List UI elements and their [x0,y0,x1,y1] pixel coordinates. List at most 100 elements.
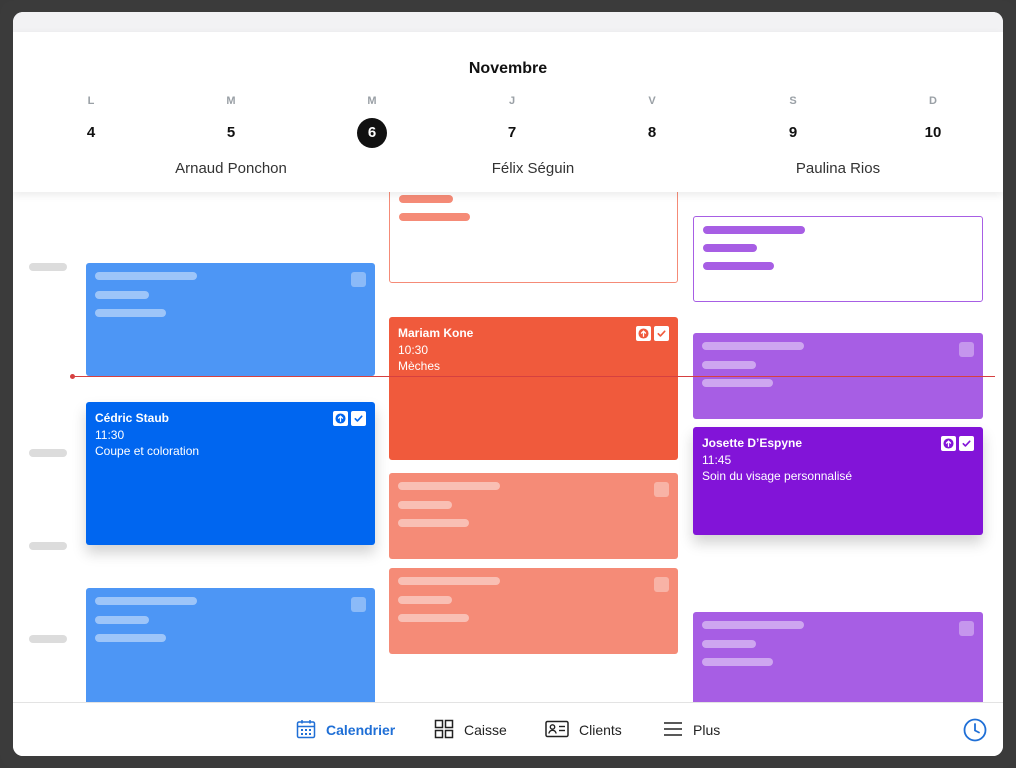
staff-column-header[interactable]: Paulina Rios [688,160,988,177]
clock-icon[interactable] [963,718,987,742]
text-placeholder [398,519,469,527]
text-placeholder [398,577,500,585]
day-letter: M [367,95,377,107]
checkbox-placeholder [959,342,974,357]
text-placeholder [702,640,756,648]
text-placeholder [398,614,469,622]
day-number: 7 [507,124,517,141]
staff-column-header[interactable]: Arnaud Ponchon [81,160,381,177]
text-placeholder [398,482,500,490]
text-placeholder [702,658,773,666]
client-name: Josette D’Espyne [702,436,803,450]
tab-label: Plus [693,722,721,738]
arrow-up-icon[interactable] [636,326,651,341]
checkbox-placeholder [654,577,669,592]
checkbox-placeholder [654,482,669,497]
text-placeholder [703,226,805,234]
text-placeholder [398,596,452,604]
tab-register[interactable]: Caisse [434,719,507,741]
client-name: Cédric Staub [95,411,170,425]
day-monday[interactable]: L 4 [71,94,111,148]
text-placeholder [399,195,453,203]
day-number: 9 [788,124,798,141]
service-name: Coupe et coloration [95,444,200,458]
status-bar [13,12,1003,32]
service-name: Mèches [398,359,441,373]
calendar-grid[interactable]: Cédric Staub 11:30 Coupe et coloration M… [13,192,1003,702]
tab-clients[interactable]: Clients [545,719,622,741]
day-letter: D [929,95,937,107]
appointment-time: 10:30 [398,342,429,357]
hour-label-placeholder [29,449,67,457]
tab-more[interactable]: Plus [663,719,720,741]
text-placeholder [398,501,452,509]
text-placeholder [95,616,149,624]
text-placeholder [702,379,773,387]
bottom-tab-bar: Calendrier Caisse Clients Plus [13,702,1003,756]
day-letter: L [87,95,95,107]
appointment-block[interactable] [86,588,375,702]
tab-label: Calendrier [326,722,396,738]
text-placeholder [703,262,774,270]
day-number: 4 [86,124,96,141]
month-title: Novembre [468,60,548,77]
calendar-header: Novembre L 4 M 5 M 6 J 7 V 8 S 9 D 10 Ar… [13,32,1003,192]
day-number: 5 [226,124,236,141]
day-wednesday[interactable]: M 6 [352,94,392,148]
day-letter: M [226,95,236,107]
staff-column-header[interactable]: Félix Séguin [383,160,683,177]
text-placeholder [702,342,804,350]
checkbox-placeholder [959,621,974,636]
appointment-block-pending[interactable] [693,216,983,302]
contact-card-icon [545,720,569,741]
day-letter: V [648,95,656,107]
check-icon[interactable] [959,436,974,451]
tab-calendar[interactable]: Calendrier [296,719,395,741]
appointment-block[interactable] [86,263,375,376]
text-placeholder [703,244,757,252]
grid-icon [434,719,454,742]
checkbox-placeholder [351,597,366,612]
text-placeholder [702,361,756,369]
day-sunday[interactable]: D 10 [913,94,953,148]
hour-label-placeholder [29,635,67,643]
day-friday[interactable]: V 8 [632,94,672,148]
day-tuesday[interactable]: M 5 [211,94,251,148]
appointment-card[interactable]: Josette D’Espyne 11:45 Soin du visage pe… [693,427,983,535]
current-time-line [73,376,995,377]
text-placeholder [399,213,470,221]
text-placeholder [95,272,197,280]
day-letter: J [508,95,516,107]
day-letter: S [789,95,797,107]
day-saturday[interactable]: S 9 [773,94,813,148]
day-number: 8 [647,124,657,141]
hour-label-placeholder [29,263,67,271]
check-icon[interactable] [351,411,366,426]
hour-label-placeholder [29,542,67,550]
appointment-card[interactable]: Cédric Staub 11:30 Coupe et coloration [86,402,375,545]
appointment-block-pending[interactable] [389,192,678,283]
menu-icon [663,720,683,741]
appointment-block[interactable] [693,612,983,702]
appointment-block[interactable] [389,473,678,559]
checkbox-placeholder [351,272,366,287]
check-icon[interactable] [654,326,669,341]
appointment-block[interactable] [389,568,678,654]
text-placeholder [95,309,166,317]
calendar-icon [296,719,316,742]
text-placeholder [95,597,197,605]
day-thursday[interactable]: J 7 [492,94,532,148]
arrow-up-icon[interactable] [333,411,348,426]
service-name: Soin du visage personnalisé [702,469,853,483]
client-name: Mariam Kone [398,326,474,340]
appointment-card[interactable]: Mariam Kone 10:30 Mèches [389,317,678,460]
app-screen: Novembre L 4 M 5 M 6 J 7 V 8 S 9 D 10 Ar… [13,12,1003,756]
text-placeholder [702,621,804,629]
arrow-up-icon[interactable] [941,436,956,451]
text-placeholder [95,634,166,642]
tab-label: Clients [579,722,622,738]
selected-day-number: 6 [357,118,387,148]
text-placeholder [95,291,149,299]
tab-label: Caisse [464,722,507,738]
device-frame: Novembre L 4 M 5 M 6 J 7 V 8 S 9 D 10 Ar… [0,0,1016,768]
